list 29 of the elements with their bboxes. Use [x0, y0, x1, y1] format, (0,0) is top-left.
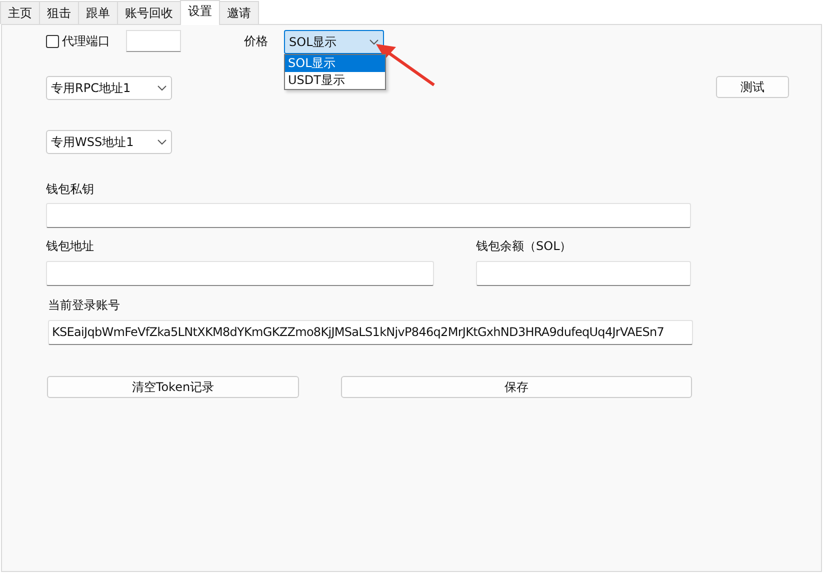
wss-dropdown[interactable]: 专用WSS地址1 [46, 130, 172, 154]
test-button[interactable]: 测试 [716, 76, 789, 98]
field-label: 钱包私钥 [46, 181, 95, 198]
rpc-dropdown[interactable]: 专用RPC地址1 [46, 76, 172, 100]
tab[interactable]: 设置 [180, 0, 220, 25]
chevron-icon [157, 85, 167, 91]
port-field[interactable] [126, 30, 181, 52]
tab[interactable]: 账号回收 [117, 1, 181, 24]
tab[interactable]: 邀请 [219, 1, 259, 24]
price-dropdown[interactable]: SOL显示 [284, 30, 384, 54]
tab[interactable]: 狙击 [39, 1, 79, 24]
chevron-icon [157, 139, 167, 145]
save-button[interactable]: 保存 [341, 376, 692, 398]
wallet-address-field[interactable] [46, 261, 434, 286]
proxy-checkbox[interactable]: 代理端口 [46, 32, 110, 50]
price-label: 价格 [244, 33, 268, 50]
wallet-balance-field[interactable] [476, 261, 691, 286]
tab[interactable]: 主页 [0, 1, 40, 24]
account-field[interactable]: KSEaiJqbWmFeVfZka5LNtXKM8dYKmGKZZmo8KjJMSaLS1kNjvP846q2MrJKtGxhND3HRA9dufeqUq4JrVAESn7 [48, 320, 693, 345]
field-label: 钱包地址 [46, 238, 95, 255]
dropdown-option[interactable]: USDT显示 [285, 72, 385, 89]
clear-token-button[interactable]: 清空Token记录 [47, 376, 299, 398]
tab[interactable]: 跟单 [78, 1, 118, 24]
field-label: 当前登录账号 [48, 297, 121, 314]
private-key-field[interactable] [46, 203, 691, 228]
dropdown-option[interactable]: SOL显示 [285, 55, 385, 72]
chevron-icon [369, 39, 379, 45]
field-label: 钱包余额（SOL） [476, 238, 573, 255]
annotation-arrow [376, 43, 438, 89]
